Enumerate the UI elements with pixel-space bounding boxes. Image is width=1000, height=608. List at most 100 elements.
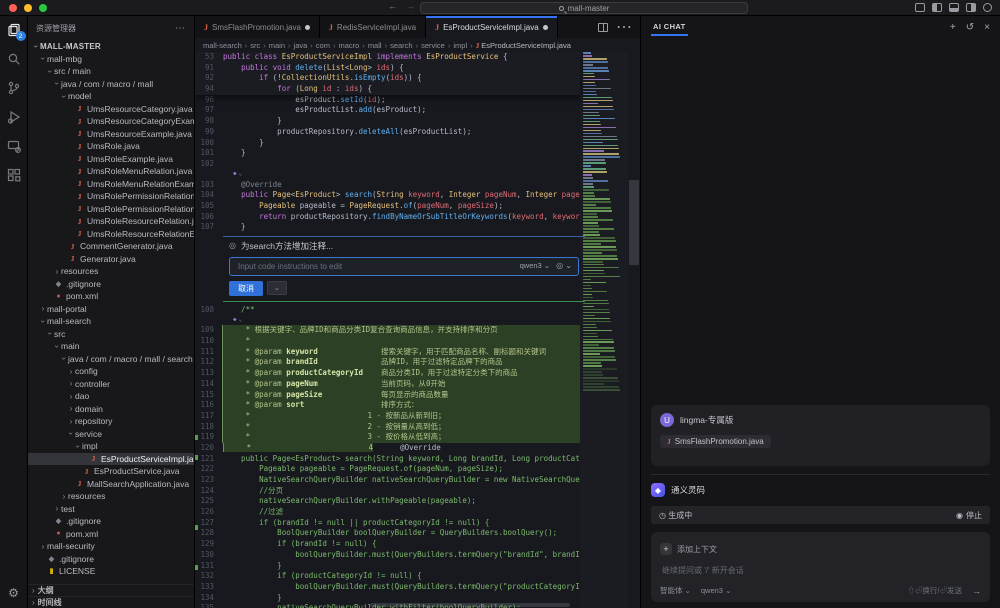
new-chat-icon[interactable]: + <box>950 22 956 33</box>
tree-item-.gitignore[interactable]: ◆.gitignore <box>28 553 194 566</box>
breadcrumb-item[interactable]: service <box>421 41 445 50</box>
tree-item-umsroleresourcerelationexample.j...[interactable]: JUmsRoleResourceRelationExample.j... <box>28 228 194 241</box>
maximize-window-icon[interactable] <box>39 4 47 12</box>
breadcrumb-item[interactable]: java <box>294 41 308 50</box>
customize-layout-icon[interactable] <box>915 3 925 12</box>
settings-gear-icon[interactable]: ⚙ <box>0 586 27 600</box>
tree-item-esproductservice.java[interactable]: JEsProductService.java <box>28 465 194 478</box>
tree-item-src-main[interactable]: ›src / main <box>28 65 194 78</box>
macos-traffic-lights[interactable] <box>9 4 47 12</box>
tab-esproductserviceimpl.java[interactable]: JEsProductServiceImpl.java <box>426 16 558 38</box>
toggle-primary-sidebar-icon[interactable] <box>932 3 942 12</box>
tree-item-mall-security[interactable]: ›mall-security <box>28 540 194 553</box>
chat-history-icon[interactable]: ↺ <box>966 22 974 33</box>
tree-item-umsrole.java[interactable]: JUmsRole.java <box>28 140 194 153</box>
breadcrumb-item[interactable]: search <box>390 41 413 50</box>
inline-chat-model-select[interactable]: qwen3 ⌄ <box>520 261 550 272</box>
breadcrumb-item[interactable]: src <box>250 41 260 50</box>
breadcrumb-item[interactable]: J EsProductServiceImpl.java <box>476 41 571 50</box>
tree-item-mall-portal[interactable]: ›mall-portal <box>28 303 194 316</box>
minimap[interactable] <box>580 52 628 608</box>
tree-item-esproductserviceimpl.java[interactable]: JEsProductServiceImpl.java <box>28 453 194 466</box>
history-back-icon[interactable]: ← <box>388 1 397 11</box>
source-control-icon[interactable] <box>6 80 22 96</box>
attached-file-chip[interactable]: J SmsFlashPromotion.java <box>660 435 771 448</box>
minimize-window-icon[interactable] <box>24 4 32 12</box>
tab-redisserviceimpl.java[interactable]: JRedisServiceImpl.java <box>320 16 426 38</box>
tree-item-pom.xml[interactable]: ●pom.xml <box>28 528 194 541</box>
vertical-scrollbar-thumb[interactable] <box>629 180 639 265</box>
horizontal-scrollbar-thumb[interactable] <box>370 603 570 607</box>
chat-input[interactable] <box>660 565 981 576</box>
tree-item-umsrolemenurelationexample.java[interactable]: JUmsRoleMenuRelationExample.java <box>28 178 194 191</box>
cancel-button[interactable]: 取消 <box>229 281 263 296</box>
tree-item-java-com-macro-mall-search[interactable]: ›java / com / macro / mall / search <box>28 353 194 366</box>
tree-item-umsrolepermissionrelationexample...[interactable]: JUmsRolePermissionRelationExample... <box>28 203 194 216</box>
editor-more-actions-icon[interactable]: ⋯ <box>616 17 632 37</box>
tree-item-license[interactable]: ▮LICENSE <box>28 565 194 578</box>
tree-item-impl[interactable]: ›impl <box>28 440 194 453</box>
tree-item-umsrolepermissionrelation.java[interactable]: JUmsRolePermissionRelation.java <box>28 190 194 203</box>
tree-item-generator.java[interactable]: JGenerator.java <box>28 253 194 266</box>
tree-item-model[interactable]: ›model <box>28 90 194 103</box>
ai-chat-tab[interactable]: AI CHAT <box>651 18 688 36</box>
breadcrumb-item[interactable]: com <box>316 41 330 50</box>
toggle-panel-icon[interactable] <box>949 3 959 12</box>
breadcrumb-item[interactable]: mall-search <box>203 41 242 50</box>
search-view-icon[interactable] <box>6 51 22 67</box>
split-editor-icon[interactable] <box>598 23 608 32</box>
extensions-icon[interactable] <box>6 167 22 183</box>
tree-item-mall-search[interactable]: ›mall-search <box>28 315 194 328</box>
ai-sparkle-icon[interactable]: ◆⌄ <box>195 315 580 325</box>
explorer-icon[interactable]: 2 <box>6 22 22 38</box>
inline-chat-options-icon[interactable]: ◎ ⌄ <box>556 261 572 272</box>
breadcrumb-item[interactable]: main <box>269 41 285 50</box>
tree-item-config[interactable]: ›config <box>28 365 194 378</box>
breadcrumb-item[interactable]: impl <box>453 41 467 50</box>
tree-item-umsrolemenurelation.java[interactable]: JUmsRoleMenuRelation.java <box>28 165 194 178</box>
tree-item-umsresourcecategoryexample.java[interactable]: JUmsResourceCategoryExample.java <box>28 115 194 128</box>
remote-explorer-icon[interactable] <box>6 138 22 154</box>
command-center-search[interactable]: mall-master <box>420 2 748 14</box>
breadcrumb-item[interactable]: mall <box>368 41 382 50</box>
close-window-icon[interactable] <box>9 4 17 12</box>
history-forward-icon[interactable]: → <box>406 1 415 11</box>
tree-item-mall-master[interactable]: ›MALL-MASTER <box>28 40 194 53</box>
vertical-scrollbar[interactable] <box>628 52 640 608</box>
tree-item-commentgenerator.java[interactable]: JCommentGenerator.java <box>28 240 194 253</box>
tree-item-domain[interactable]: ›domain <box>28 403 194 416</box>
account-icon[interactable] <box>983 3 992 12</box>
tree-item-umsresourceexample.java[interactable]: JUmsResourceExample.java <box>28 128 194 141</box>
run-debug-icon[interactable] <box>6 109 22 125</box>
inline-chat-input[interactable] <box>236 261 514 272</box>
tree-item-umsroleresourcerelation.java[interactable]: JUmsRoleResourceRelation.java <box>28 215 194 228</box>
tree-item-src[interactable]: ›src <box>28 328 194 341</box>
tree-item-main[interactable]: ›main <box>28 340 194 353</box>
tree-item-pom.xml[interactable]: ●pom.xml <box>28 290 194 303</box>
sidebar-section-时间线[interactable]: ›时间线 <box>28 596 194 608</box>
tree-item-mall-mbg[interactable]: ›mall-mbg <box>28 53 194 66</box>
tab-smsflashpromotion.java[interactable]: JSmsFlashPromotion.java <box>195 16 320 38</box>
breadcrumb-item[interactable]: macro <box>338 41 359 50</box>
explorer-more-actions-icon[interactable]: ⋯ <box>175 23 186 34</box>
tree-item-resources[interactable]: ›resources <box>28 265 194 278</box>
close-panel-icon[interactable]: × <box>984 22 990 33</box>
tree-item-umsresourcecategory.java[interactable]: JUmsResourceCategory.java <box>28 103 194 116</box>
toggle-secondary-sidebar-icon[interactable] <box>966 3 976 12</box>
stop-generation-button[interactable]: ◉ 停止 <box>956 510 982 521</box>
tree-item-repository[interactable]: ›repository <box>28 415 194 428</box>
code-editor[interactable]: 53public class EsProductServiceImpl impl… <box>195 52 640 608</box>
cancel-dropdown-icon[interactable]: ⌄ <box>267 281 287 295</box>
tree-item-service[interactable]: ›service <box>28 428 194 441</box>
tree-item-java-com-macro-mall[interactable]: ›java / com / macro / mall <box>28 78 194 91</box>
add-context-button[interactable]: + 添加上下文 <box>660 543 717 555</box>
tree-item-resources[interactable]: ›resources <box>28 490 194 503</box>
tree-item-.gitignore[interactable]: ◆.gitignore <box>28 515 194 528</box>
tree-item-.gitignore[interactable]: ◆.gitignore <box>28 278 194 291</box>
sidebar-section-大纲[interactable]: ›大纲 <box>28 584 194 596</box>
tree-item-controller[interactable]: ›controller <box>28 378 194 391</box>
tree-item-mallsearchapplication.java[interactable]: JMallSearchApplication.java <box>28 478 194 491</box>
ai-sparkle-icon[interactable]: ◆⌄ <box>195 170 580 180</box>
send-icon[interactable]: → <box>972 586 981 596</box>
tree-item-dao[interactable]: ›dao <box>28 390 194 403</box>
